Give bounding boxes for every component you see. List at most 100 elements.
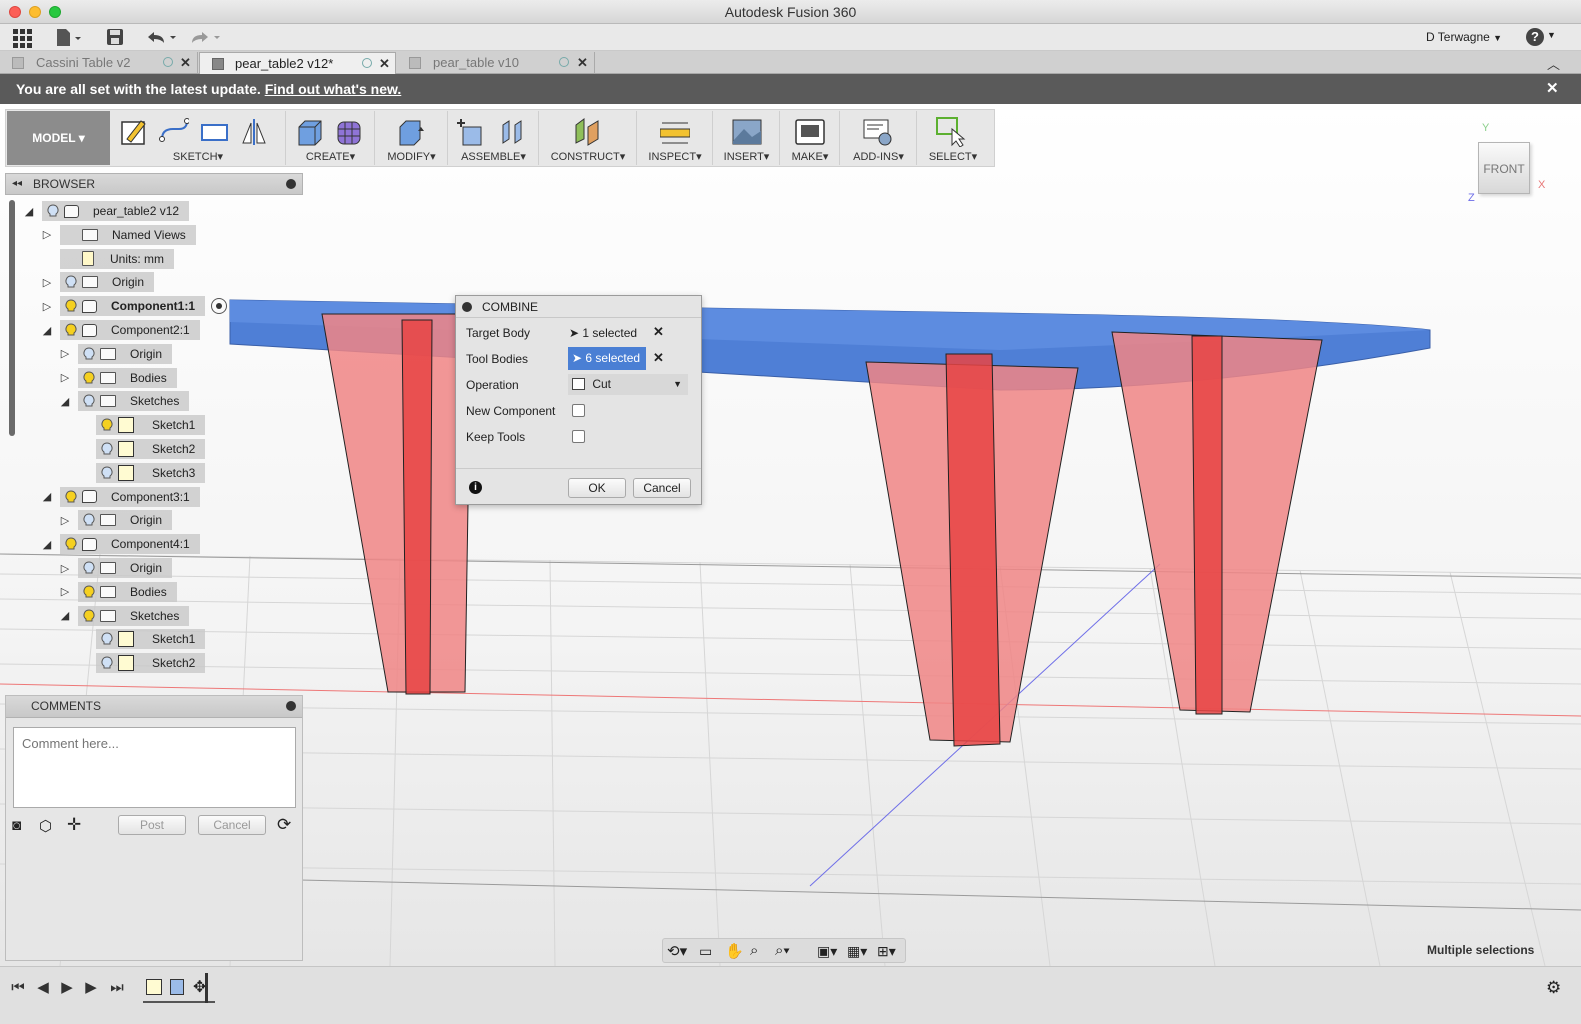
step-back-icon[interactable]: ◀ [34, 979, 52, 997]
viewports-icon[interactable]: ⊞▾ [877, 943, 896, 960]
expanded-arrow-icon[interactable]: ◢ [40, 537, 54, 551]
cancel-comment-button[interactable]: Cancel [198, 815, 266, 835]
tool-bodies-selector[interactable]: ➤ 6 selected [568, 347, 646, 370]
visibility-bulb-icon[interactable] [64, 252, 78, 266]
grid-settings-icon[interactable]: ▦▾ [847, 943, 867, 960]
cube-icon[interactable]: ⬡ [39, 817, 52, 835]
measure-icon[interactable] [660, 117, 690, 147]
ribbon-group-modify[interactable]: MODIFY▾ [376, 111, 448, 165]
visibility-bulb-icon[interactable] [64, 490, 78, 504]
panel-pin-icon[interactable] [286, 701, 296, 711]
visibility-bulb-icon[interactable] [64, 299, 78, 313]
look-at-icon[interactable]: ▭ [699, 943, 712, 960]
zoom-window-icon[interactable] [49, 6, 61, 18]
ribbon-group-construct[interactable]: CONSTRUCT▾ [540, 111, 637, 165]
ribbon-group-assemble[interactable]: ASSEMBLE▾ [449, 111, 539, 165]
expanded-arrow-icon[interactable]: ◢ [58, 394, 72, 408]
browser-item[interactable]: ◢ Sketches [58, 391, 190, 412]
pan-icon[interactable]: ✋ [725, 942, 744, 960]
browser-node[interactable]: Origin [78, 343, 173, 364]
3d-print-icon[interactable] [795, 117, 825, 147]
close-tab-icon[interactable]: ✕ [180, 52, 191, 74]
expanded-arrow-icon[interactable]: ◢ [40, 490, 54, 504]
visibility-bulb-icon[interactable] [100, 632, 114, 646]
browser-item[interactable]: ◢ Sketches [58, 605, 190, 626]
scripts-icon[interactable] [863, 117, 893, 147]
close-tab-icon[interactable]: ✕ [577, 52, 588, 74]
clear-target-icon[interactable]: ✕ [653, 324, 664, 340]
viewcube[interactable]: FRONT Y X Z [1466, 120, 1556, 210]
comment-input[interactable] [13, 727, 296, 808]
zoom-icon[interactable]: ⌕ [750, 942, 758, 959]
browser-node[interactable]: Component3:1 [60, 486, 200, 507]
browser-item[interactable]: ▷ Bodies [58, 581, 177, 602]
collapsed-arrow-icon[interactable]: ▷ [58, 371, 72, 385]
visibility-bulb-icon[interactable] [64, 537, 78, 551]
tab-pear-table2[interactable]: pear_table2 v12* ✕ [199, 52, 396, 74]
ribbon-group-inspect[interactable]: INSPECT▾ [638, 111, 713, 165]
collapsed-arrow-icon[interactable]: ▷ [58, 513, 72, 527]
visibility-bulb-icon[interactable] [64, 275, 78, 289]
visibility-bulb-icon[interactable] [46, 204, 60, 218]
visibility-bulb-icon[interactable] [100, 656, 114, 670]
file-menu-icon[interactable] [55, 28, 83, 48]
ribbon-group-insert[interactable]: INSERT▾ [714, 111, 780, 165]
fit-icon[interactable]: ⌕▾ [775, 942, 790, 959]
visibility-bulb-icon[interactable] [82, 585, 96, 599]
add-point-icon[interactable]: ✛ [67, 815, 81, 835]
browser-item[interactable]: Sketch1 [76, 629, 206, 650]
browser-node[interactable]: Component4:1 [60, 534, 200, 555]
timeline-settings-gear-icon[interactable]: ⚙ [1546, 978, 1561, 998]
go-to-end-icon[interactable]: ⏭ [108, 979, 126, 997]
workspace-switcher[interactable]: MODEL ▾ [7, 111, 110, 165]
extrude-feature-icon[interactable] [170, 979, 184, 995]
collapsed-arrow-icon[interactable]: ▷ [58, 561, 72, 575]
visibility-bulb-icon[interactable] [82, 609, 96, 623]
offset-plane-icon[interactable] [572, 117, 602, 147]
browser-item[interactable]: ▷ Origin [40, 272, 155, 293]
close-tab-icon[interactable]: ✕ [379, 53, 390, 75]
operation-dropdown[interactable]: Cut ▼ [568, 374, 688, 395]
browser-node[interactable]: Sketch2 [96, 653, 206, 674]
display-settings-icon[interactable]: ▣▾ [817, 943, 837, 960]
browser-item[interactable]: ◢ Component3:1 [40, 486, 200, 507]
browser-node[interactable]: Sketch1 [96, 415, 206, 436]
visibility-bulb-icon[interactable] [82, 394, 96, 408]
visibility-bulb-icon[interactable] [100, 466, 114, 480]
timeline-marker[interactable] [205, 973, 213, 1003]
visibility-bulb-icon[interactable] [82, 371, 96, 385]
create-form-icon[interactable] [335, 117, 365, 147]
user-menu[interactable]: D Terwagne ▼ [1426, 30, 1502, 44]
close-banner-icon[interactable]: ✕ [1546, 74, 1559, 104]
collapsed-arrow-icon[interactable]: ▷ [40, 275, 54, 289]
browser-item[interactable]: ▷ Bodies [58, 367, 177, 388]
browser-item[interactable]: ▷ Component1:1 [40, 296, 227, 317]
browser-item[interactable]: Sketch2 [76, 439, 206, 459]
browser-item[interactable]: ◢ Component2:1 [40, 320, 200, 340]
refresh-icon[interactable]: ⟳ [277, 815, 291, 835]
play-icon[interactable]: ▶ [58, 979, 76, 997]
collapsed-arrow-icon[interactable]: ▷ [58, 347, 72, 361]
browser-node[interactable]: Origin [60, 272, 155, 293]
browser-node[interactable]: Sketches [78, 605, 190, 626]
collapse-tabs-icon[interactable]: ︿ [1547, 54, 1560, 73]
collapse-dialog-icon[interactable] [462, 302, 472, 312]
expanded-arrow-icon[interactable]: ◢ [58, 609, 72, 623]
browser-node[interactable]: Origin [78, 510, 173, 531]
browser-item[interactable]: ◢ pear_table2 v12 [22, 201, 190, 221]
minimize-window-icon[interactable] [29, 6, 41, 18]
browser-node[interactable]: Component2:1 [60, 320, 200, 340]
new-component-checkbox[interactable] [572, 404, 585, 417]
cancel-button[interactable]: Cancel [633, 478, 691, 498]
new-component-icon[interactable] [457, 117, 487, 147]
undo-icon[interactable] [144, 28, 178, 46]
browser-node[interactable]: pear_table2 v12 [42, 201, 190, 221]
browser-node[interactable]: Sketch3 [96, 462, 206, 483]
visibility-bulb-icon[interactable] [100, 418, 114, 432]
mirror-icon[interactable] [239, 117, 269, 147]
ribbon-group-sketch[interactable]: SKETCH▾ [111, 111, 286, 165]
visibility-bulb-icon[interactable] [64, 228, 78, 242]
visibility-bulb-icon[interactable] [82, 347, 96, 361]
whats-new-link[interactable]: Find out what's new. [265, 81, 402, 97]
collapsed-arrow-icon[interactable]: ▷ [40, 228, 54, 242]
